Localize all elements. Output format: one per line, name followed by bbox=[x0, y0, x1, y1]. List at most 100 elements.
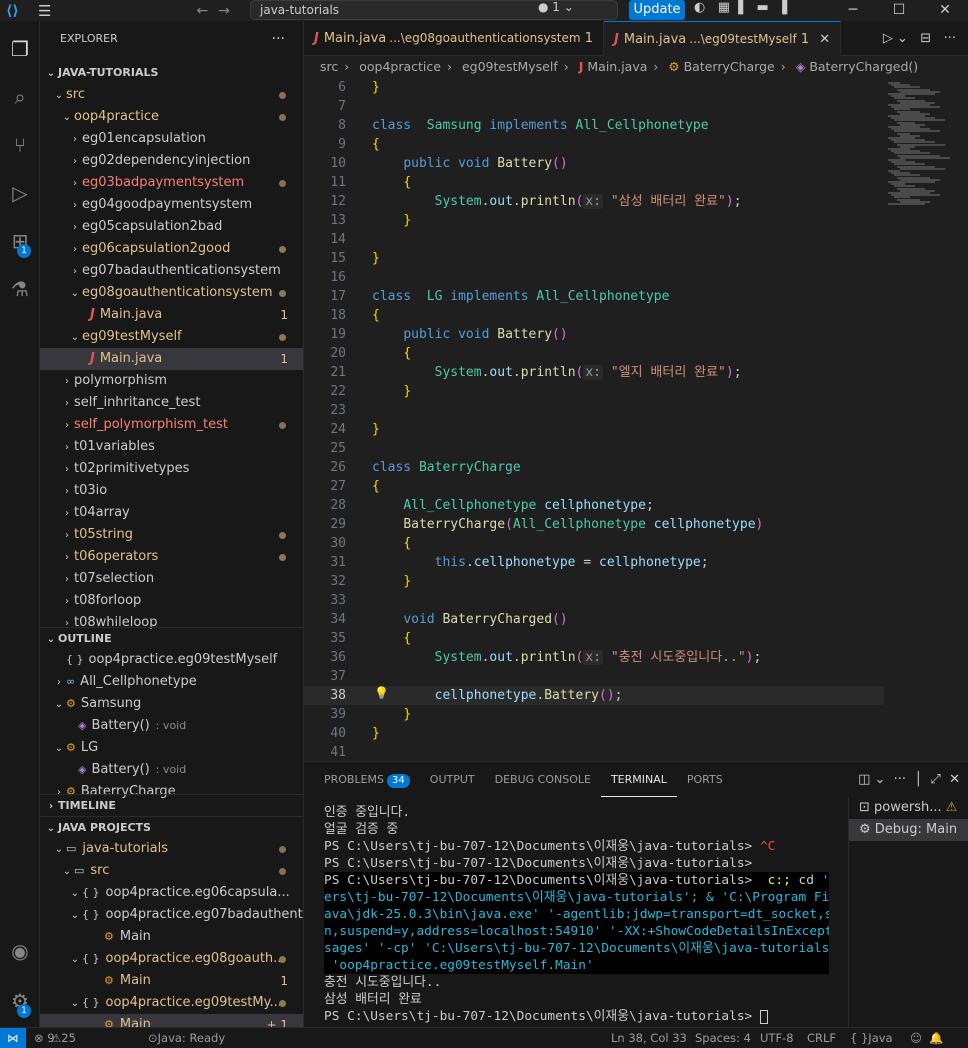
more-actions-icon[interactable]: ··· bbox=[944, 31, 956, 46]
explorer-root[interactable]: ⌄ JAVA-TUTORIALS bbox=[40, 62, 303, 84]
breadcrumb-item[interactable]: BaterryCharge bbox=[684, 59, 775, 74]
code-line[interactable]: 26 class BaterryCharge bbox=[304, 458, 884, 477]
explorer-item[interactable]: J Main.java 1 bbox=[40, 304, 303, 326]
outline-item[interactable]: ◈ Battery(): void bbox=[40, 759, 303, 781]
code-line[interactable]: 6} bbox=[304, 78, 884, 97]
close-panel-icon[interactable]: ✕ bbox=[949, 772, 960, 787]
layout-controls-icon[interactable]: ◐ ▦ ▌ ▬ ▐ bbox=[694, 0, 787, 15]
code-line[interactable]: 35 { bbox=[304, 629, 884, 648]
code-line[interactable]: 19 public void Battery() bbox=[304, 325, 884, 344]
split-panel-icon[interactable]: ◫ ⌄ bbox=[858, 772, 885, 787]
code-line[interactable]: 34 void BaterryCharged() bbox=[304, 610, 884, 629]
code-line[interactable]: 38 cellphonetype.Battery(); bbox=[304, 686, 884, 705]
code-line[interactable]: 39 } bbox=[304, 705, 884, 724]
explorer-item[interactable]: J Main.java 1 bbox=[40, 348, 303, 370]
code-line[interactable]: 24} bbox=[304, 420, 884, 439]
code-line[interactable]: 41 bbox=[304, 743, 884, 762]
java-project-item[interactable]: ⌄{ } oop4practice.eg09testMy... bbox=[40, 992, 303, 1014]
explorer-item[interactable]: ⌄ eg08goauthenticationsystem bbox=[40, 282, 303, 304]
code-line[interactable]: 20 { bbox=[304, 344, 884, 363]
explorer-item[interactable]: › eg04goodpaymentsystem bbox=[40, 194, 303, 216]
java-status[interactable]: ⊙ Java: Ready bbox=[148, 1028, 225, 1048]
terminal-output[interactable]: 인증 중입니다. 얼굴 검증 중 PS C:\Users\tj-bu-707-12\… bbox=[324, 804, 829, 1025]
tab-problems[interactable]: PROBLEMS 34 bbox=[314, 762, 420, 797]
explorer-item[interactable]: ⌄ oop4practice bbox=[40, 106, 303, 128]
timeline-header[interactable]: › TIMELINE bbox=[40, 794, 303, 816]
tab-terminal[interactable]: TERMINAL bbox=[600, 762, 677, 797]
run-icon[interactable]: ▷ ⌄ bbox=[883, 31, 908, 46]
notification-count[interactable]: ● 1 ⌄ bbox=[538, 0, 574, 14]
java-projects-header[interactable]: ⌄ JAVA PROJECTS bbox=[40, 816, 303, 838]
split-editor-icon[interactable]: ⊟ bbox=[920, 31, 931, 46]
language-mode[interactable]: { } Java bbox=[850, 1028, 893, 1048]
close-icon[interactable]: ✕ bbox=[922, 0, 968, 20]
code-line[interactable]: 14 bbox=[304, 230, 884, 249]
explorer-item[interactable]: › self_inhritance_test bbox=[40, 392, 303, 414]
explorer-item[interactable]: › self_polymorphism_test bbox=[40, 414, 303, 436]
java-project-item[interactable]: ⌄{ } oop4practice.eg06capsula... bbox=[40, 882, 303, 904]
java-project-item[interactable]: ⚙ Main 1 bbox=[40, 970, 303, 992]
java-project-item[interactable]: ⌄ ▭ java-tutorials bbox=[40, 838, 303, 860]
explorer-item[interactable]: › t02primitivetypes bbox=[40, 458, 303, 480]
code-line[interactable]: 16 bbox=[304, 268, 884, 287]
explorer-item[interactable]: › eg05capsulation2bad bbox=[40, 216, 303, 238]
code-line[interactable]: 31 this.cellphonetype = cellphonetype; bbox=[304, 553, 884, 572]
explorer-item[interactable]: › eg03badpaymentsystem bbox=[40, 172, 303, 194]
close-tab-icon[interactable]: ✕ bbox=[819, 32, 830, 47]
code-line[interactable]: 36 System.out.println(x: "충전 시도중입니다.."); bbox=[304, 648, 884, 667]
code-line[interactable]: 37 bbox=[304, 667, 884, 686]
code-line[interactable]: 17 class LG implements All_Cellphonetype bbox=[304, 287, 884, 306]
explorer-icon[interactable]: ❐ bbox=[6, 35, 34, 63]
code-line[interactable]: 27{ bbox=[304, 477, 884, 496]
remote-icon[interactable]: ⋈ bbox=[0, 1028, 26, 1048]
tab-eg08-main[interactable]: J Main.java ...\eg08goauthenticationsystem… bbox=[304, 21, 605, 56]
update-button[interactable]: Update bbox=[629, 0, 685, 20]
more-actions-icon[interactable]: ··· bbox=[272, 21, 285, 57]
explorer-item[interactable]: › t04array bbox=[40, 502, 303, 524]
code-line[interactable]: 25 bbox=[304, 439, 884, 458]
code-line[interactable]: 28 All_Cellphonetype cellphonetype; bbox=[304, 496, 884, 515]
code-line[interactable]: 22 } bbox=[304, 382, 884, 401]
breadcrumb-item[interactable]: eg09testMyself bbox=[462, 59, 558, 74]
explorer-item[interactable]: › t06operators bbox=[40, 546, 303, 568]
account-icon[interactable]: ◉ bbox=[6, 937, 34, 965]
run-debug-icon[interactable]: ▷ bbox=[6, 179, 34, 207]
java-project-item[interactable]: ⌄ ▭ src bbox=[40, 860, 303, 882]
code-line[interactable]: 29 BaterryCharge(All_Cellphonetype cellp… bbox=[304, 515, 884, 534]
code-line[interactable]: 18{ bbox=[304, 306, 884, 325]
menu-icon[interactable]: ☰ bbox=[38, 2, 51, 20]
explorer-item[interactable]: › t05string bbox=[40, 524, 303, 546]
eol[interactable]: CRLF bbox=[807, 1028, 836, 1048]
search-icon[interactable]: ⌕ bbox=[6, 83, 34, 111]
outline-item[interactable]: ⌄ ⚙ LG bbox=[40, 737, 303, 759]
code-line[interactable]: 21 System.out.println(x: "엘지 배터리 완료"); bbox=[304, 363, 884, 382]
testing-icon[interactable]: ⚗ bbox=[6, 275, 34, 303]
explorer-item[interactable]: › t03io bbox=[40, 480, 303, 502]
explorer-item[interactable]: › eg02dependencyinjection bbox=[40, 150, 303, 172]
feedback-icon[interactable]: ☺ 🔔 bbox=[910, 1028, 944, 1048]
code-line[interactable]: 33 bbox=[304, 591, 884, 610]
explorer-item[interactable]: › t07selection bbox=[40, 568, 303, 590]
tab-eg09-main[interactable]: J Main.java ...\eg09testMyself 1 ✕ bbox=[604, 21, 842, 56]
source-control-icon[interactable]: ⑂ bbox=[6, 131, 34, 159]
minimize-icon[interactable]: ─ bbox=[830, 0, 876, 20]
explorer-item[interactable]: › polymorphism bbox=[40, 370, 303, 392]
code-editor[interactable]: 6} 7 8 class Samsung implements All_Cellpho… bbox=[304, 78, 968, 761]
code-line[interactable]: 7 bbox=[304, 97, 884, 116]
explorer-item[interactable]: ⌄ eg09testMyself bbox=[40, 326, 303, 348]
cursor-position[interactable]: Ln 38, Col 33 bbox=[611, 1028, 687, 1048]
code-line[interactable]: 10 public void Battery() bbox=[304, 154, 884, 173]
breadcrumb-item[interactable]: oop4practice bbox=[359, 59, 441, 74]
breadcrumb-item[interactable]: src bbox=[320, 59, 338, 74]
maximize-panel-icon[interactable]: ⤢ bbox=[930, 772, 940, 787]
lightbulb-icon[interactable]: 💡 bbox=[374, 686, 389, 700]
code-line[interactable]: 32 } bbox=[304, 572, 884, 591]
code-line[interactable]: 9{ bbox=[304, 135, 884, 154]
tab-output[interactable]: OUTPUT bbox=[420, 762, 485, 797]
tab-debug-console[interactable]: DEBUG CONSOLE bbox=[485, 762, 601, 797]
more-actions-icon[interactable]: ··· bbox=[894, 772, 906, 787]
breadcrumb-item[interactable]: Main.java bbox=[587, 59, 647, 74]
outline-item[interactable]: ◈ Battery(): void bbox=[40, 715, 303, 737]
java-project-item[interactable]: ⌄{ } oop4practice.eg07badauthent... bbox=[40, 904, 303, 926]
indentation[interactable]: Spaces: 4 bbox=[695, 1028, 751, 1048]
